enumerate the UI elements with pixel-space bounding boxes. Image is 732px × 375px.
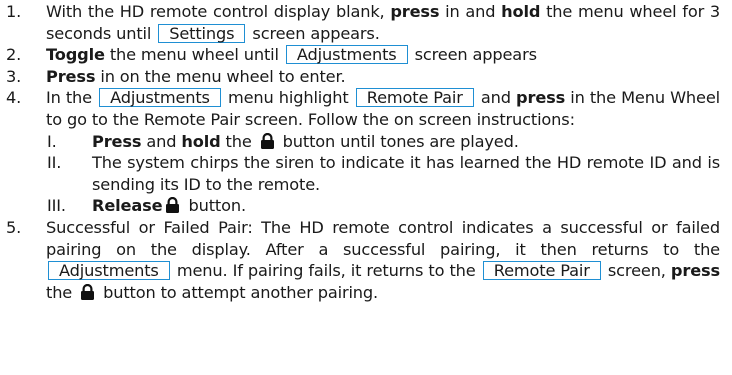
lock-icon — [80, 283, 95, 300]
step-text: Successful or Failed Pair: The HD remote… — [46, 217, 720, 303]
substep-text: Press and hold the button until tones ar… — [92, 131, 720, 153]
text: button to attempt another pairing. — [98, 282, 379, 302]
text: and — [475, 88, 517, 108]
bold-text: press — [390, 2, 440, 21]
substep-number: III. — [47, 196, 66, 216]
step-4: 4. In the Adjustments menu highlight Rem… — [2, 87, 720, 217]
text: screen appears. — [247, 23, 380, 43]
text: button until tones are played. — [277, 131, 519, 151]
substep-ii: II. The system chirps the siren to indic… — [46, 152, 720, 195]
substeps-list: I. Press and hold the button until tones… — [46, 131, 720, 217]
substep-text: Release button. — [92, 195, 720, 217]
step-number: 5. — [6, 217, 22, 237]
lock-icon — [165, 197, 180, 214]
instruction-document: 1. With the HD remote control display bl… — [0, 0, 732, 375]
text: menu. If pairing fails, it returns to th… — [171, 261, 481, 281]
text: the — [46, 282, 78, 302]
step-text: Press in on the menu wheel to enter. — [46, 66, 720, 88]
text: In the — [46, 88, 98, 108]
settings-screen-label: Settings — [158, 23, 246, 43]
text: screen, — [602, 261, 671, 281]
substep-iii: III. Release button. — [46, 195, 720, 217]
substep-i: I. Press and hold the button until tones… — [46, 131, 720, 153]
bold-text: hold — [181, 131, 221, 151]
bold-text: press — [670, 261, 720, 281]
step-number: 1. — [6, 2, 22, 21]
remote-pair-label: Remote Pair — [355, 88, 474, 108]
text: the menu wheel until — [104, 45, 284, 65]
substep-number: I. — [47, 131, 57, 151]
text: in and — [439, 2, 502, 21]
text: and — [141, 131, 182, 151]
step-4-intro: In the Adjustments menu highlight Remote… — [46, 87, 720, 130]
bold-text: Release — [92, 196, 163, 216]
bold-text: hold — [501, 2, 541, 21]
step-3: 3. Press in on the menu wheel to enter. — [2, 66, 720, 88]
step-1: 1. With the HD remote control display bl… — [2, 1, 720, 44]
adjustments-menu-label: Adjustments — [99, 88, 221, 108]
step-2: 2. Toggle the menu wheel until Adjustmen… — [2, 44, 720, 66]
remote-pair-label: Remote Pair — [482, 261, 601, 281]
step-number: 2. — [6, 45, 22, 65]
bold-text: Press — [92, 131, 142, 151]
step-text: Toggle the menu wheel until Adjustments … — [46, 44, 720, 66]
step-number: 3. — [6, 66, 22, 86]
text: screen appears — [409, 45, 537, 65]
text: in on the menu wheel to enter. — [95, 66, 346, 86]
steps-list: 1. With the HD remote control display bl… — [2, 1, 720, 303]
text: button. — [183, 196, 246, 216]
bold-text: press — [516, 88, 566, 108]
text: With the HD remote control display blank… — [46, 2, 391, 21]
step-text: With the HD remote control display blank… — [46, 1, 720, 44]
text: menu highlight — [222, 88, 354, 108]
lock-icon — [260, 132, 275, 149]
text: the — [220, 131, 257, 151]
text: The system chirps the siren to indicate … — [92, 153, 720, 194]
substep-text: The system chirps the siren to indicate … — [92, 152, 720, 195]
step-5: 5. Successful or Failed Pair: The HD rem… — [2, 217, 720, 303]
adjustments-menu-label: Adjustments — [48, 261, 170, 281]
substep-number: II. — [47, 153, 62, 173]
step-number: 4. — [6, 88, 22, 108]
bold-text: Press — [46, 66, 96, 86]
bold-text: Toggle — [46, 45, 105, 65]
text: Successful or Failed Pair: The HD remote… — [46, 217, 720, 259]
step-text: In the Adjustments menu highlight Remote… — [46, 87, 720, 217]
adjustments-screen-label: Adjustments — [285, 45, 408, 65]
